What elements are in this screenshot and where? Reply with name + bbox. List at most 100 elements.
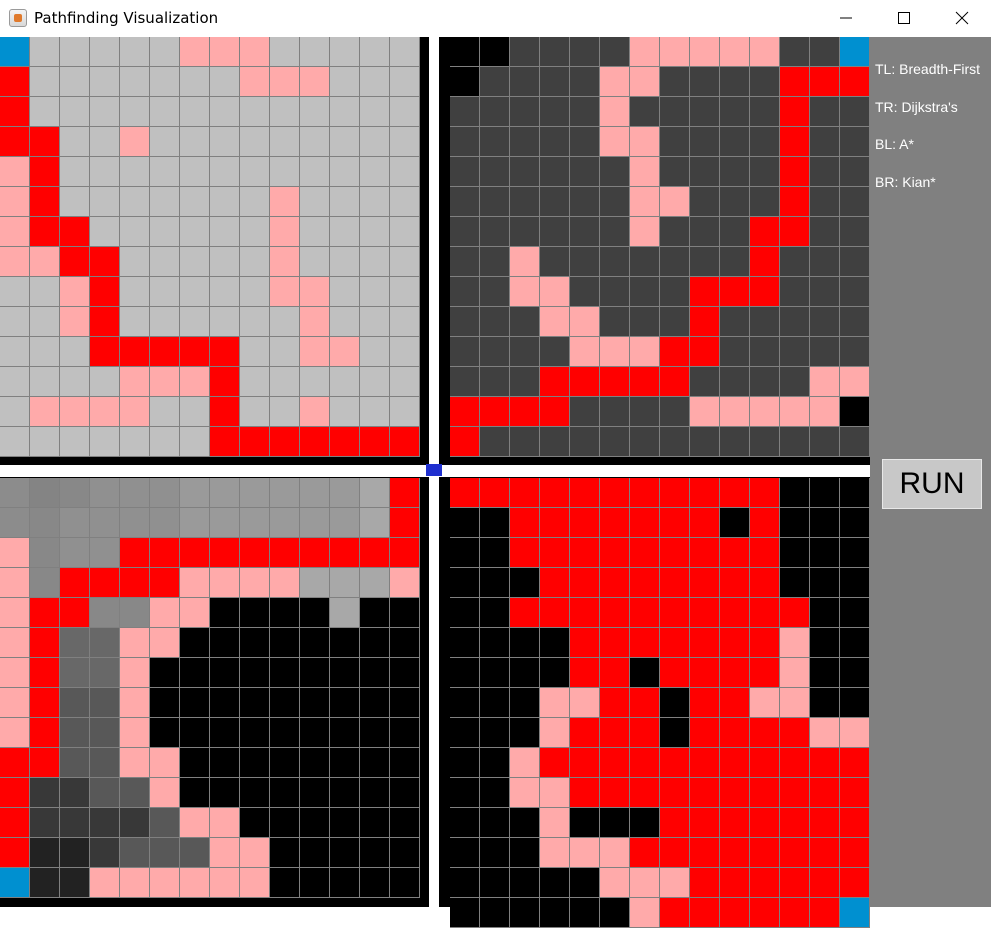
- unvisited-cell[interactable]: [210, 277, 240, 307]
- unvisited-cell[interactable]: [810, 508, 840, 538]
- visited-cell[interactable]: [0, 658, 30, 688]
- unvisited-cell[interactable]: [180, 247, 210, 277]
- visited-cell[interactable]: [660, 868, 690, 898]
- unvisited-cell[interactable]: [690, 367, 720, 397]
- path-cell[interactable]: [330, 427, 360, 457]
- path-cell[interactable]: [630, 598, 660, 628]
- path-cell[interactable]: [0, 97, 30, 127]
- unvisited-cell[interactable]: [270, 337, 300, 367]
- unvisited-cell[interactable]: [600, 187, 630, 217]
- visited-cell[interactable]: [630, 187, 660, 217]
- unvisited-cell[interactable]: [480, 808, 510, 838]
- path-cell[interactable]: [210, 397, 240, 427]
- unvisited-cell[interactable]: [630, 307, 660, 337]
- path-cell[interactable]: [690, 898, 720, 928]
- path-cell[interactable]: [540, 568, 570, 598]
- unvisited-cell[interactable]: [480, 337, 510, 367]
- path-cell[interactable]: [570, 508, 600, 538]
- path-cell[interactable]: [600, 748, 630, 778]
- unvisited-cell[interactable]: [450, 97, 480, 127]
- unvisited-cell[interactable]: [180, 427, 210, 457]
- unvisited-cell[interactable]: [270, 157, 300, 187]
- path-cell[interactable]: [810, 748, 840, 778]
- unvisited-cell[interactable]: [390, 397, 420, 427]
- path-cell[interactable]: [510, 508, 540, 538]
- unvisited-cell[interactable]: [840, 628, 870, 658]
- visited-cell[interactable]: [240, 568, 270, 598]
- path-cell[interactable]: [720, 277, 750, 307]
- unvisited-cell[interactable]: [630, 247, 660, 277]
- unvisited-cell[interactable]: [120, 157, 150, 187]
- path-cell[interactable]: [720, 718, 750, 748]
- explored-cell[interactable]: [90, 838, 120, 868]
- path-cell[interactable]: [570, 718, 600, 748]
- visited-cell[interactable]: [600, 337, 630, 367]
- unvisited-cell[interactable]: [240, 337, 270, 367]
- unvisited-cell[interactable]: [720, 508, 750, 538]
- visited-cell[interactable]: [120, 718, 150, 748]
- explored-cell[interactable]: [30, 808, 60, 838]
- wall-cell[interactable]: [390, 598, 420, 628]
- unvisited-cell[interactable]: [840, 568, 870, 598]
- unvisited-cell[interactable]: [450, 628, 480, 658]
- explored-cell[interactable]: [60, 778, 90, 808]
- unvisited-cell[interactable]: [450, 538, 480, 568]
- unvisited-cell[interactable]: [780, 478, 810, 508]
- unvisited-cell[interactable]: [270, 367, 300, 397]
- unvisited-cell[interactable]: [810, 658, 840, 688]
- explored-cell[interactable]: [300, 508, 330, 538]
- path-cell[interactable]: [630, 538, 660, 568]
- unvisited-cell[interactable]: [540, 67, 570, 97]
- path-cell[interactable]: [630, 367, 660, 397]
- visited-cell[interactable]: [510, 778, 540, 808]
- unvisited-cell[interactable]: [480, 187, 510, 217]
- visited-cell[interactable]: [240, 37, 270, 67]
- visited-cell[interactable]: [0, 217, 30, 247]
- unvisited-cell[interactable]: [810, 37, 840, 67]
- path-cell[interactable]: [0, 127, 30, 157]
- unvisited-cell[interactable]: [480, 157, 510, 187]
- visited-cell[interactable]: [600, 868, 630, 898]
- wall-cell[interactable]: [300, 718, 330, 748]
- explored-cell[interactable]: [90, 658, 120, 688]
- unvisited-cell[interactable]: [720, 247, 750, 277]
- explored-cell[interactable]: [60, 478, 90, 508]
- unvisited-cell[interactable]: [780, 37, 810, 67]
- path-cell[interactable]: [570, 778, 600, 808]
- path-cell[interactable]: [600, 658, 630, 688]
- unvisited-cell[interactable]: [780, 508, 810, 538]
- explored-cell[interactable]: [300, 478, 330, 508]
- path-cell[interactable]: [810, 67, 840, 97]
- unvisited-cell[interactable]: [720, 217, 750, 247]
- unvisited-cell[interactable]: [480, 658, 510, 688]
- unvisited-cell[interactable]: [780, 427, 810, 457]
- path-cell[interactable]: [240, 427, 270, 457]
- visited-cell[interactable]: [300, 277, 330, 307]
- visited-cell[interactable]: [0, 718, 30, 748]
- unvisited-cell[interactable]: [300, 367, 330, 397]
- visited-cell[interactable]: [630, 67, 660, 97]
- unvisited-cell[interactable]: [480, 247, 510, 277]
- unvisited-cell[interactable]: [840, 427, 870, 457]
- path-cell[interactable]: [690, 508, 720, 538]
- path-cell[interactable]: [750, 508, 780, 538]
- path-cell[interactable]: [750, 568, 780, 598]
- unvisited-cell[interactable]: [480, 688, 510, 718]
- path-cell[interactable]: [510, 598, 540, 628]
- path-cell[interactable]: [450, 478, 480, 508]
- explored-cell[interactable]: [180, 478, 210, 508]
- path-cell[interactable]: [570, 367, 600, 397]
- unvisited-cell[interactable]: [90, 97, 120, 127]
- path-cell[interactable]: [630, 748, 660, 778]
- visited-cell[interactable]: [540, 838, 570, 868]
- unvisited-cell[interactable]: [570, 427, 600, 457]
- path-cell[interactable]: [390, 427, 420, 457]
- visited-cell[interactable]: [120, 688, 150, 718]
- unvisited-cell[interactable]: [750, 157, 780, 187]
- visited-cell[interactable]: [510, 247, 540, 277]
- wall-cell[interactable]: [240, 598, 270, 628]
- unvisited-cell[interactable]: [330, 187, 360, 217]
- path-cell[interactable]: [660, 367, 690, 397]
- unvisited-cell[interactable]: [540, 37, 570, 67]
- visited-cell[interactable]: [90, 397, 120, 427]
